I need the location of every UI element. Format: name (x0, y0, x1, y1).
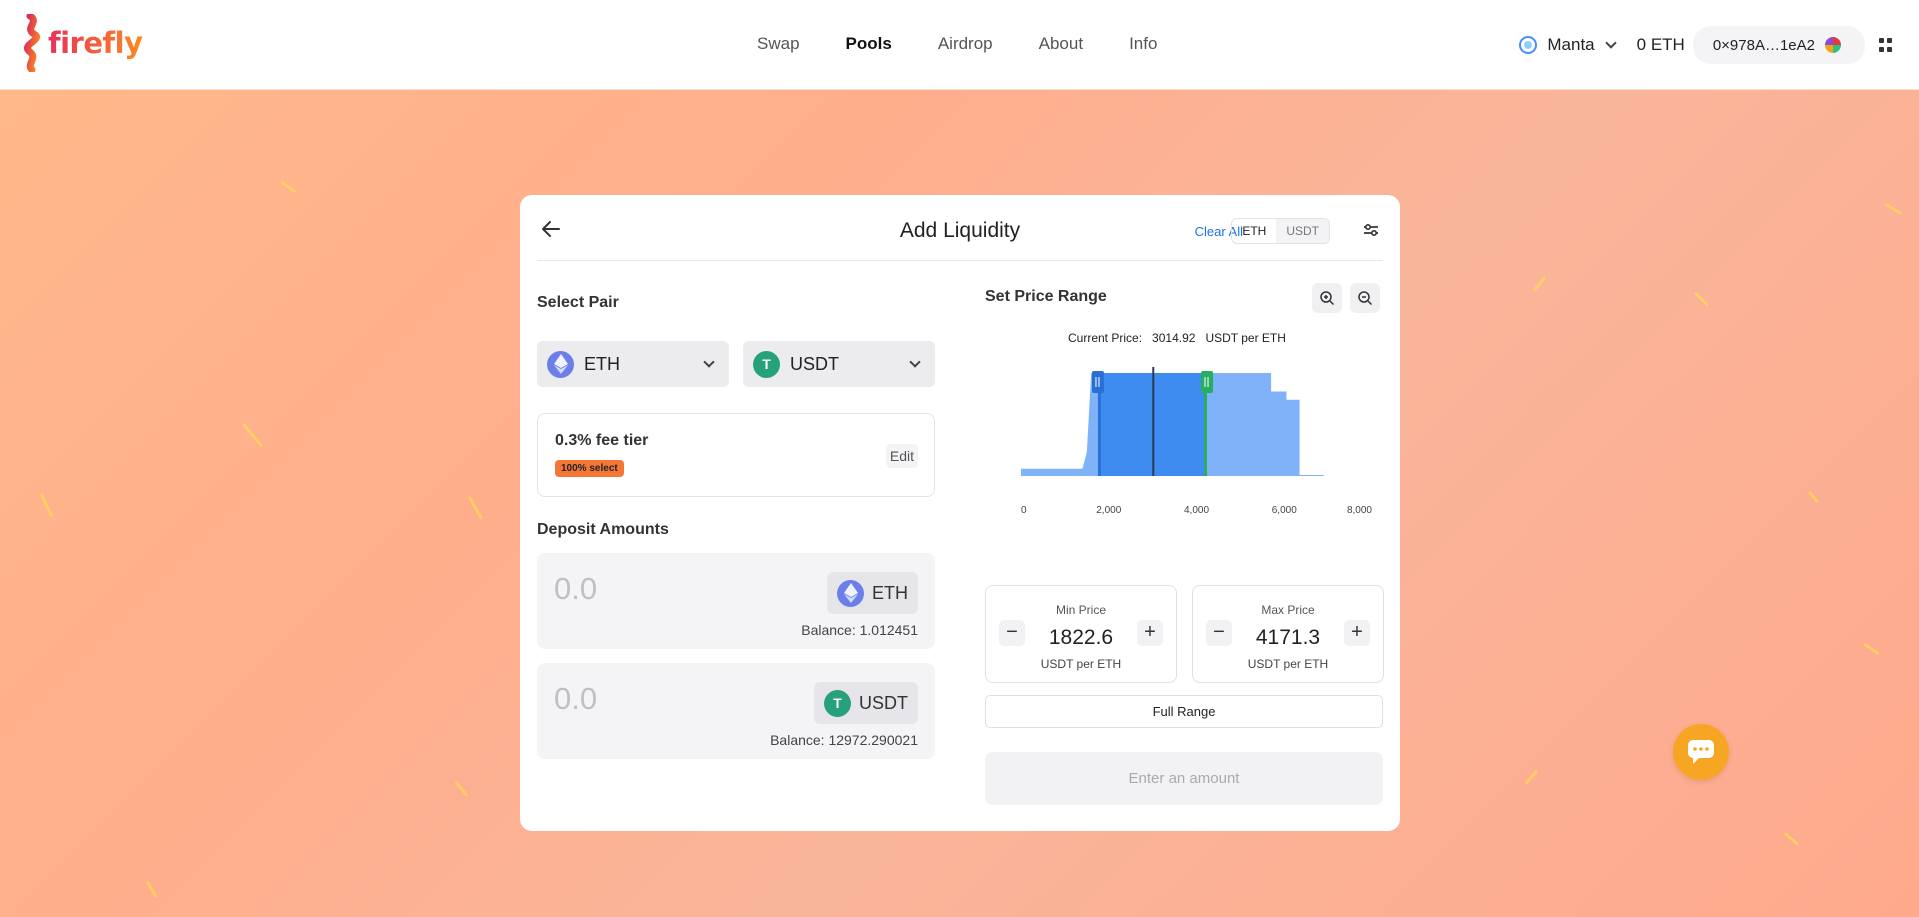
wallet-button[interactable]: 0×978A…1eA2 (1692, 26, 1865, 64)
zoom-in-icon (1320, 291, 1335, 306)
firefly-logo-icon (24, 14, 40, 72)
token-a-select[interactable]: ETH (537, 341, 729, 387)
min-price-box: Min Price − 1822.6 + USDT per ETH (985, 585, 1177, 683)
settings-sliders-icon[interactable] (1361, 220, 1381, 240)
current-price: Current Price: 3014.92 USDT per ETH (1068, 331, 1286, 345)
firefly-logo[interactable]: firefly (16, 14, 143, 72)
full-range-button[interactable]: Full Range (985, 695, 1383, 728)
x-tick-label: 4,000 (1184, 505, 1209, 516)
network-name: Manta (1547, 35, 1595, 54)
min-price-handle[interactable] (1091, 371, 1104, 393)
token-b-name: USDT (790, 353, 839, 374)
manta-network-icon (1519, 36, 1538, 54)
set-price-range-label: Set Price Range (985, 288, 1107, 305)
usdt-icon: T (824, 689, 851, 717)
network-selector[interactable]: Manta (1519, 35, 1617, 55)
chevron-down-icon (1604, 37, 1617, 49)
card-header: Add Liquidity Clear All ETH USDT (537, 213, 1383, 261)
chat-support-button[interactable] (1673, 724, 1729, 780)
deposit-amounts-label: Deposit Amounts (537, 521, 669, 538)
usdt-icon: T (753, 350, 780, 378)
main-nav: Swap Pools Airdrop About Info (757, 34, 1203, 54)
min-price-label: Min Price (1055, 603, 1106, 617)
spark-decoration (1863, 642, 1880, 656)
toggle-eth[interactable]: ETH (1232, 219, 1276, 243)
zoom-in-button[interactable] (1312, 283, 1342, 313)
current-price-line (1152, 367, 1155, 476)
nav-swap[interactable]: Swap (757, 34, 800, 54)
deposit-eth-input[interactable] (554, 571, 774, 607)
chevron-down-icon (703, 356, 715, 368)
spark-decoration (454, 781, 469, 797)
liquidity-chart[interactable]: 0 2,000 4,000 6,000 8,000 (1011, 353, 1381, 518)
spark-decoration (241, 422, 264, 448)
min-price-increment-button[interactable]: + (1137, 620, 1163, 646)
max-price-label: Max Price (1261, 603, 1315, 617)
header-right: Manta 0 ETH 0×978A…1eA2 (1519, 24, 1919, 66)
spark-decoration (145, 880, 158, 898)
spark-decoration (467, 495, 484, 521)
usdt-balance-text: Balance: 12972.290021 (770, 732, 918, 748)
toggle-usdt[interactable]: USDT (1276, 219, 1329, 243)
nav-airdrop[interactable]: Airdrop (938, 34, 993, 54)
deposit-usdt-input[interactable] (554, 681, 774, 717)
eth-icon (547, 350, 574, 378)
spark-decoration (1694, 291, 1709, 307)
wallet-avatar (1825, 37, 1841, 53)
spark-decoration (1532, 276, 1547, 292)
add-liquidity-card: Add Liquidity Clear All ETH USDT Select … (520, 195, 1400, 831)
wallet-address: 0×978A…1eA2 (1712, 36, 1815, 54)
nav-about[interactable]: About (1039, 34, 1083, 54)
current-price-unit: USDT per ETH (1205, 331, 1286, 345)
deposit-eth-token: ETH (827, 572, 918, 614)
deposit-eth-symbol: ETH (872, 582, 908, 603)
fee-tier-title: 0.3% fee tier (555, 432, 649, 449)
max-price-increment-button[interactable]: + (1344, 620, 1370, 646)
chevron-down-icon (909, 356, 921, 368)
max-price-box: Max Price − 4171.3 + USDT per ETH (1192, 585, 1384, 683)
spark-decoration (39, 492, 54, 518)
zoom-out-button[interactable] (1350, 283, 1380, 313)
chat-bubble-icon (1688, 740, 1714, 764)
spark-decoration (1884, 203, 1903, 215)
nav-pools[interactable]: Pools (846, 34, 892, 54)
current-price-label: Current Price: (1068, 331, 1143, 345)
enter-amount-button[interactable]: Enter an amount (985, 752, 1383, 805)
spark-decoration (1807, 490, 1820, 504)
max-price-unit: USDT per ETH (1247, 657, 1329, 671)
spark-decoration (1783, 832, 1800, 846)
spark-decoration (280, 180, 297, 194)
token-b-select[interactable]: T USDT (743, 341, 935, 387)
eth-balance: 0 ETH (1636, 35, 1685, 54)
x-tick-label: 6,000 (1272, 505, 1297, 516)
deposit-usdt-token: T USDT (814, 682, 918, 724)
min-price-unit: USDT per ETH (1040, 657, 1122, 671)
fee-tier-box: 0.3% fee tier 100% select Edit (537, 413, 935, 497)
eth-balance-text: Balance: 1.012451 (801, 622, 918, 638)
deposit-usdt-symbol: USDT (859, 692, 908, 713)
logo-text: firefly (48, 26, 143, 60)
x-tick-label: 8,000 (1347, 505, 1372, 516)
max-price-handle[interactable] (1201, 371, 1214, 393)
spark-decoration (1524, 769, 1539, 785)
token-a-name: ETH (584, 353, 620, 374)
nav-info[interactable]: Info (1129, 34, 1157, 54)
base-token-toggle: ETH USDT (1231, 218, 1330, 244)
top-navbar: firefly Swap Pools Airdrop About Info Ma… (0, 0, 1919, 90)
fee-select-badge: 100% select (555, 460, 624, 477)
zoom-out-icon (1358, 291, 1373, 306)
x-tick-label: 0 (1021, 505, 1027, 516)
current-price-value: 3014.92 (1152, 331, 1196, 345)
apps-grid-icon[interactable] (1879, 38, 1893, 52)
x-tick-label: 2,000 (1096, 505, 1121, 516)
eth-icon (837, 579, 864, 607)
select-pair-label: Select Pair (537, 294, 619, 311)
fee-edit-button[interactable]: Edit (885, 444, 918, 468)
deposit-usdt-box: T USDT Balance: 12972.290021 (537, 663, 935, 759)
deposit-eth-box: ETH Balance: 1.012451 (537, 553, 935, 649)
